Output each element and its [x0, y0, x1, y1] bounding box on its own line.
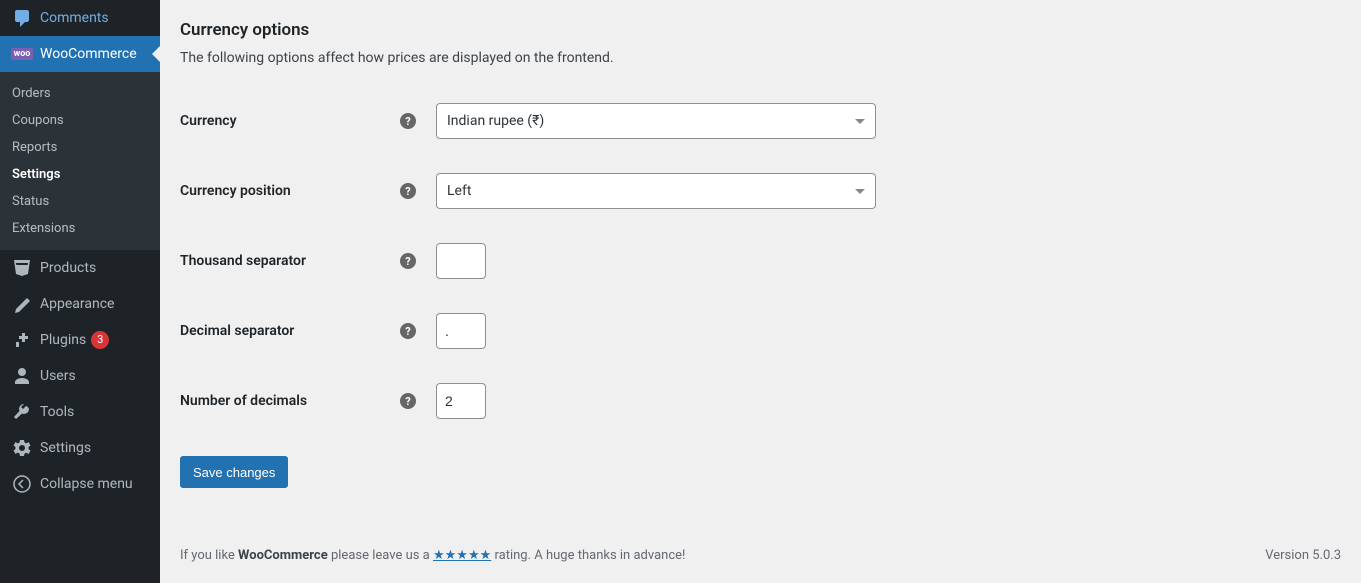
products-icon	[12, 258, 32, 278]
comments-icon	[12, 8, 32, 28]
sidebar-label: Products	[40, 260, 96, 276]
sidebar-item-appearance[interactable]: Appearance	[0, 286, 160, 322]
woocommerce-submenu: Orders Coupons Reports Settings Status E…	[0, 72, 160, 250]
help-icon[interactable]: ?	[400, 253, 416, 269]
help-icon[interactable]: ?	[400, 323, 416, 339]
sidebar-item-users[interactable]: Users	[0, 358, 160, 394]
appearance-icon	[12, 294, 32, 314]
select-value: Indian rupee (₹)	[447, 113, 544, 129]
help-icon[interactable]: ?	[400, 113, 416, 129]
row-currency-position: Currency position ? Left	[180, 156, 1341, 226]
label-currency-position: Currency position	[180, 183, 400, 199]
row-thousand-separator: Thousand separator ?	[180, 226, 1341, 296]
label-currency: Currency	[180, 113, 400, 129]
currency-select[interactable]: Indian rupee (₹)	[436, 103, 876, 139]
plugins-icon	[12, 330, 32, 350]
sidebar-label: Collapse menu	[40, 476, 133, 492]
woocommerce-icon: woo	[12, 44, 32, 64]
main-content: Currency options The following options a…	[160, 0, 1361, 583]
version-text: Version 5.0.3	[1265, 548, 1341, 563]
submenu-item-coupons[interactable]: Coupons	[0, 107, 160, 134]
submenu-item-status[interactable]: Status	[0, 188, 160, 215]
label-thousand-separator: Thousand separator	[180, 253, 400, 269]
sidebar-label: Appearance	[40, 296, 114, 312]
plugins-update-badge: 3	[91, 331, 109, 349]
sidebar-item-settings[interactable]: Settings	[0, 430, 160, 466]
sidebar-item-plugins[interactable]: Plugins 3	[0, 322, 160, 358]
rating-link[interactable]: ★★★★★	[433, 548, 491, 563]
save-button[interactable]: Save changes	[180, 456, 288, 488]
admin-sidebar: Comments woo WooCommerce Orders Coupons …	[0, 0, 160, 583]
submenu-item-settings[interactable]: Settings	[0, 161, 160, 188]
thousand-separator-input[interactable]	[436, 243, 486, 279]
tools-icon	[12, 402, 32, 422]
sidebar-item-comments[interactable]: Comments	[0, 0, 160, 36]
number-of-decimals-input[interactable]	[436, 383, 486, 419]
sidebar-label: Plugins	[40, 332, 86, 348]
page-description: The following options affect how prices …	[180, 50, 1341, 66]
help-icon[interactable]: ?	[400, 183, 416, 199]
sidebar-item-collapse[interactable]: Collapse menu	[0, 466, 160, 502]
label-number-of-decimals: Number of decimals	[180, 393, 400, 409]
sidebar-label: Tools	[40, 404, 74, 420]
submenu-item-extensions[interactable]: Extensions	[0, 215, 160, 242]
label-decimal-separator: Decimal separator	[180, 323, 400, 339]
collapse-icon	[12, 474, 32, 494]
sidebar-label: WooCommerce	[40, 46, 137, 62]
footer: If you like WooCommerce please leave us …	[180, 548, 1341, 563]
sidebar-label: Settings	[40, 440, 91, 456]
row-number-of-decimals: Number of decimals ?	[180, 366, 1341, 436]
sidebar-label: Users	[40, 368, 76, 384]
footer-brand: WooCommerce	[238, 548, 328, 563]
select-value: Left	[447, 183, 471, 199]
decimal-separator-input[interactable]	[436, 313, 486, 349]
help-icon[interactable]: ?	[400, 393, 416, 409]
currency-position-select[interactable]: Left	[436, 173, 876, 209]
sidebar-item-woocommerce[interactable]: woo WooCommerce	[0, 36, 160, 72]
row-decimal-separator: Decimal separator ?	[180, 296, 1341, 366]
submenu-item-reports[interactable]: Reports	[0, 134, 160, 161]
sidebar-label: Comments	[40, 10, 109, 26]
submenu-item-orders[interactable]: Orders	[0, 80, 160, 107]
page-title: Currency options	[180, 20, 1341, 40]
row-currency: Currency ? Indian rupee (₹)	[180, 86, 1341, 156]
footer-message: If you like WooCommerce please leave us …	[180, 548, 685, 563]
users-icon	[12, 366, 32, 386]
sidebar-item-products[interactable]: Products	[0, 250, 160, 286]
sidebar-item-tools[interactable]: Tools	[0, 394, 160, 430]
settings-icon	[12, 438, 32, 458]
